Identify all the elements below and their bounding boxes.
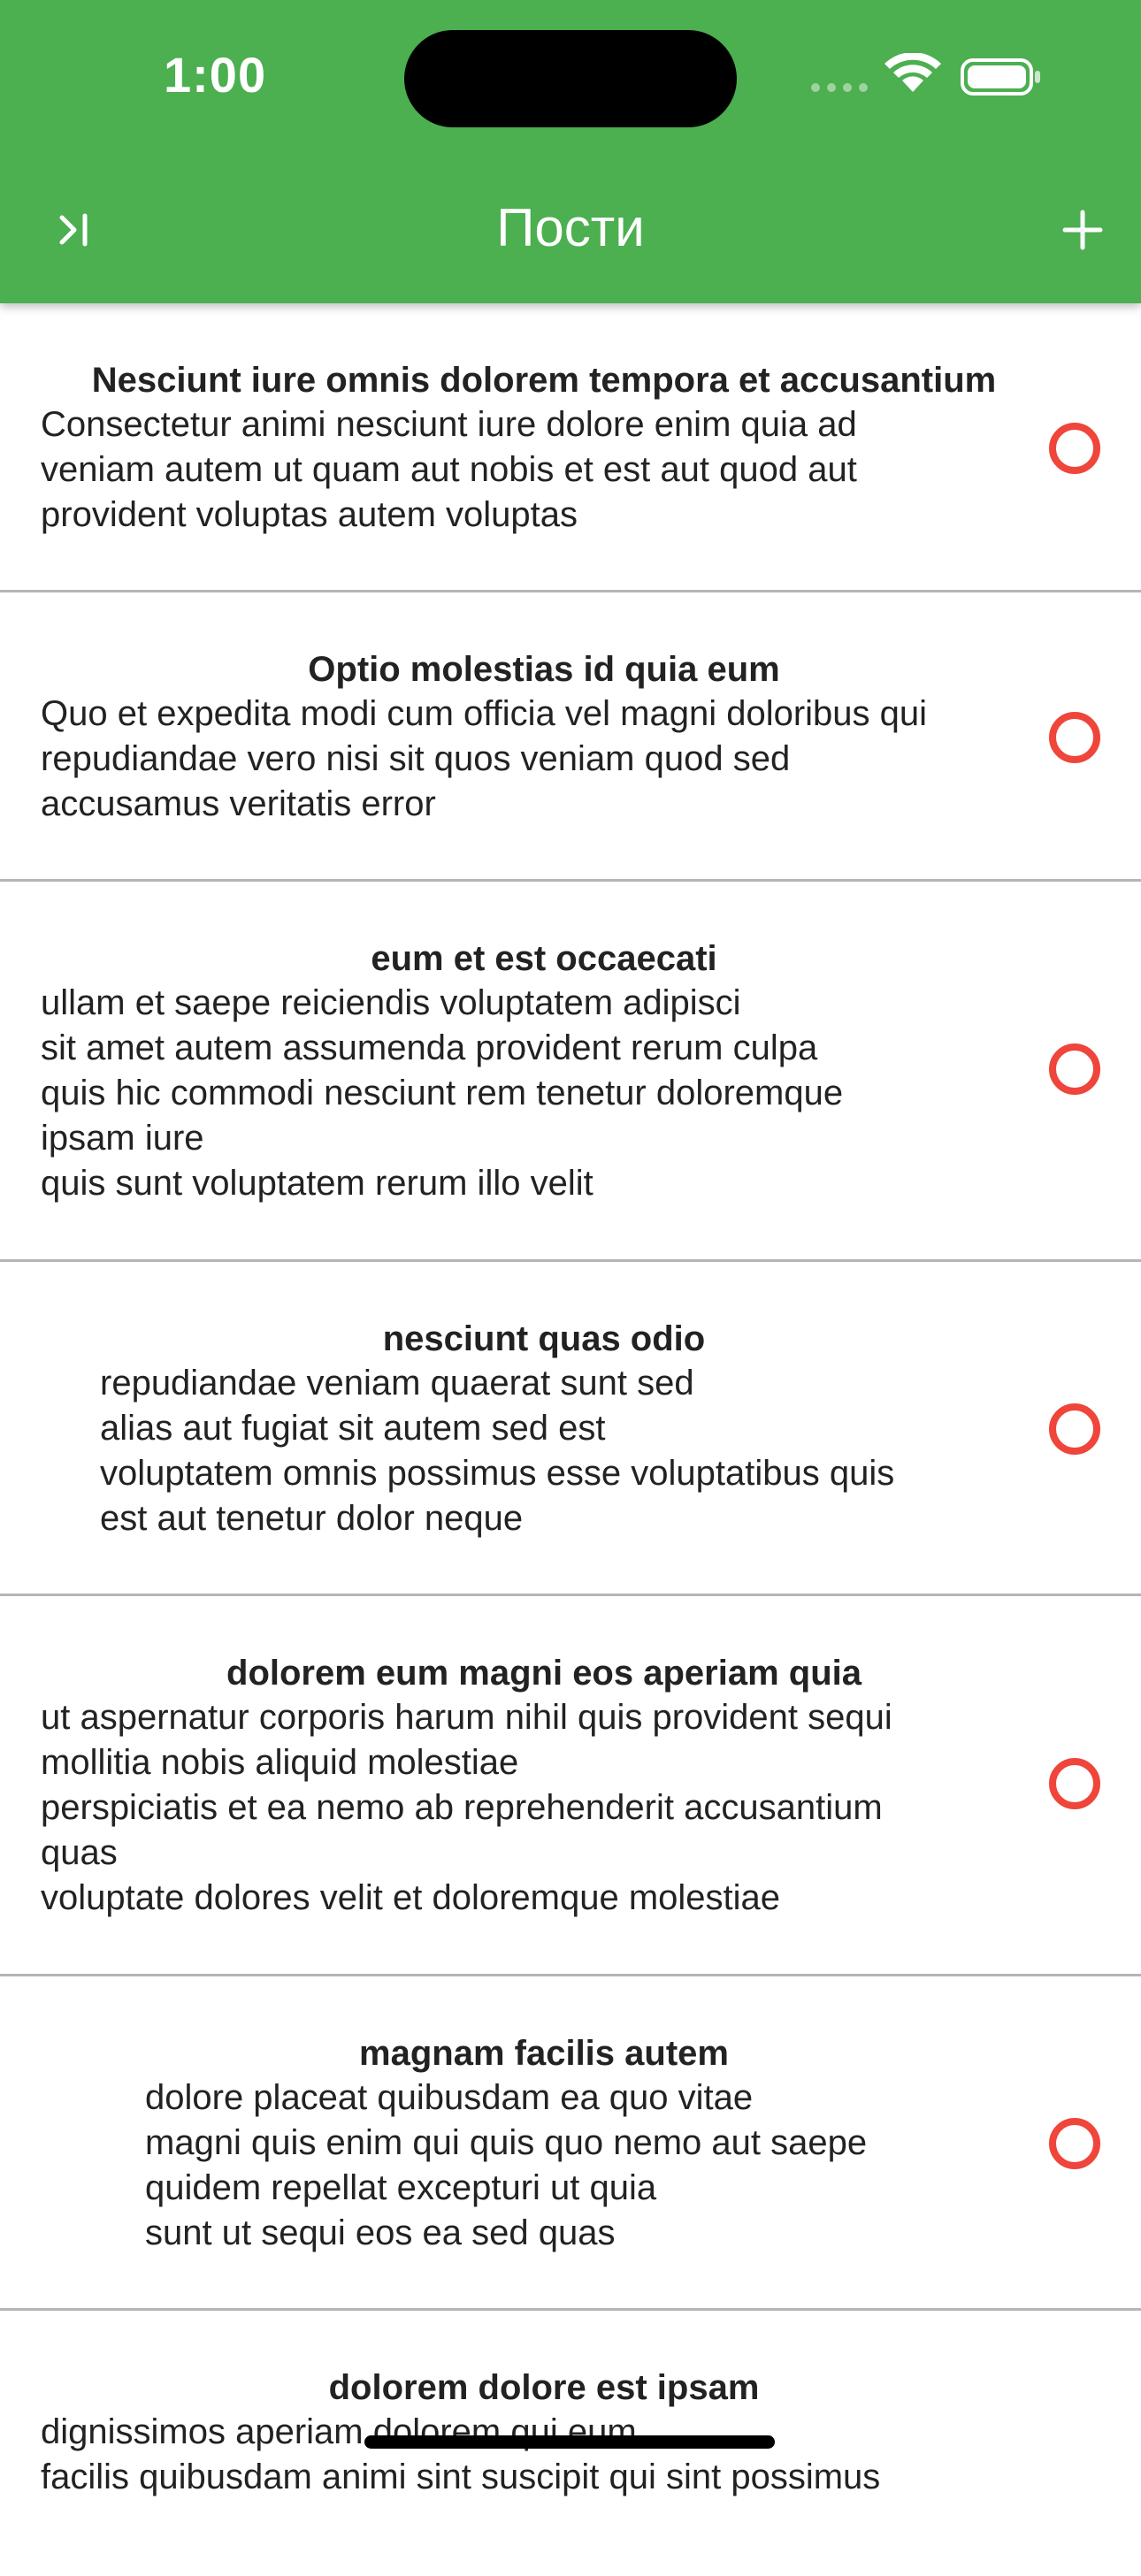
list-item[interactable]: Optio molestias id quia eum Quo et exped… (0, 592, 1141, 882)
post-body: Quo et expedita modi cum officia vel mag… (41, 694, 928, 823)
list-item[interactable]: eum et est occaecati ullam et saepe reic… (0, 882, 1141, 1262)
list-item[interactable]: Nesciunt iure omnis dolorem tempora et a… (0, 303, 1141, 592)
list-item[interactable]: dolorem eum magni eos aperiam quia ut as… (0, 1596, 1141, 1976)
post-body: dignissimos aperiam dolorem qui eum faci… (41, 2412, 881, 2496)
post-title: dolorem dolore est ipsam (328, 2368, 760, 2407)
plus-icon (1062, 210, 1103, 250)
post-title: Nesciunt iure omnis dolorem tempora et a… (91, 361, 997, 400)
post-title: Optio molestias id quia eum (308, 650, 780, 689)
radio-button[interactable] (1049, 1403, 1100, 1455)
post-title: dolorem eum magni eos aperiam quia (226, 1654, 861, 1693)
radio-button[interactable] (1049, 423, 1100, 474)
post-title: eum et est occaecati (371, 939, 717, 978)
page-title: Пости (496, 198, 645, 257)
add-post-button[interactable] (1049, 196, 1116, 264)
post-body: dolore placeat quibusdam ea quo vitae ma… (145, 2078, 868, 2252)
posts-list[interactable]: Nesciunt iure omnis dolorem tempora et a… (0, 303, 1141, 2576)
list-item[interactable]: nesciunt quas odio repudiandae veniam qu… (0, 1262, 1141, 1596)
battery-icon (961, 58, 1040, 96)
post-title: magnam facilis autem (359, 2034, 729, 2073)
list-item[interactable]: magnam facilis autem dolore placeat quib… (0, 1976, 1141, 2311)
radio-button[interactable] (1049, 2118, 1100, 2169)
post-title: nesciunt quas odio (382, 1319, 706, 1358)
top-app-bar: 1:00 Пости (0, 0, 1141, 303)
dynamic-island (404, 30, 737, 127)
home-indicator[interactable] (364, 2435, 775, 2449)
radio-button[interactable] (1049, 1758, 1100, 1809)
post-body: ut aspernatur corporis harum nihil quis … (41, 1698, 892, 1917)
cellular-signal-icon (811, 83, 868, 92)
radio-button[interactable] (1049, 712, 1100, 763)
radio-button[interactable] (1049, 1043, 1100, 1095)
wifi-icon (884, 52, 941, 92)
status-indicators (805, 52, 1044, 101)
post-body: Consectetur animi nesciunt iure dolore e… (41, 405, 857, 534)
post-body: repudiandae veniam quaerat sunt sed alia… (100, 1364, 895, 1538)
status-time: 1:00 (164, 47, 267, 103)
post-body: ullam et saepe reiciendis voluptatem adi… (41, 983, 844, 1203)
